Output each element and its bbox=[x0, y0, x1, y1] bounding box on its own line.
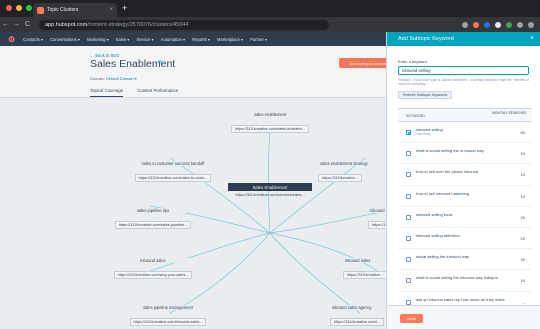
searches-value: 20 bbox=[520, 235, 525, 241]
extension-green-icon[interactable] bbox=[506, 21, 512, 28]
tab-strip: Topic Clusters × + bbox=[0, 0, 540, 17]
keyword-text: ask yrl inbound sales rep how much do th… bbox=[416, 296, 505, 302]
searches-value: 20 bbox=[520, 214, 525, 220]
nav-marketing[interactable]: Marketing ▾ bbox=[87, 37, 109, 42]
hubspot-logo-icon[interactable]: ⚙ bbox=[8, 35, 15, 44]
keyword-text: social selling the inbound way bbox=[416, 254, 469, 260]
nav-conversations[interactable]: Conversations ▾ bbox=[50, 37, 80, 42]
menu-icon[interactable] bbox=[528, 21, 534, 28]
table-row[interactable]: how to sell over the phone inbound 10 bbox=[398, 164, 532, 186]
panel-footer: Next bbox=[387, 305, 540, 329]
searches-value: 60 bbox=[520, 130, 525, 135]
table-row[interactable]: what is social selling the inbound way h… bbox=[398, 270, 532, 292]
maximize-window-button[interactable] bbox=[26, 5, 32, 11]
url-host: app.hubspot.com bbox=[45, 21, 88, 28]
radio-selected[interactable] bbox=[406, 130, 411, 135]
table-row[interactable]: what is social selling the in-bound way … bbox=[398, 143, 532, 165]
url-field[interactable]: app.hubspot.com/content-strategy/2570076… bbox=[39, 19, 329, 30]
keyword-text: inbound selling book bbox=[416, 211, 453, 217]
next-button[interactable]: Next bbox=[400, 314, 423, 323]
checkbox[interactable] bbox=[406, 278, 411, 284]
keyword-list: inbound selling Your Entry 60 what is soc… bbox=[398, 122, 532, 313]
new-tab-button[interactable]: + bbox=[122, 3, 127, 13]
panel-overlay bbox=[0, 46, 386, 329]
window-controls bbox=[6, 5, 32, 11]
browser-chrome: Topic Clusters × + ← → C app.hubspot.com… bbox=[0, 0, 540, 32]
nav-service[interactable]: Service ▾ bbox=[136, 37, 153, 42]
nav-sales[interactable]: Sales ▾ bbox=[116, 37, 130, 42]
checkbox[interactable] bbox=[406, 299, 411, 305]
extension-white-icon[interactable] bbox=[495, 21, 501, 28]
keyword-text: what is social selling the in-bound way bbox=[416, 148, 484, 154]
close-icon[interactable]: × bbox=[530, 35, 534, 42]
reload-button[interactable]: C bbox=[22, 21, 33, 28]
checkbox[interactable] bbox=[406, 257, 411, 263]
keyword-text: how to sell over the phone inbound bbox=[416, 169, 479, 175]
browser-tab[interactable]: Topic Clusters × bbox=[33, 3, 117, 17]
keyword-help-text: Example: If your core topic is Sales Ena… bbox=[398, 78, 529, 87]
nav-contacts[interactable]: Contacts ▾ bbox=[23, 37, 43, 42]
hubspot-favicon-icon bbox=[37, 6, 44, 14]
refresh-subtopics-button[interactable]: Refresh Subtopic Keywords bbox=[398, 91, 453, 99]
profile-avatar-icon[interactable] bbox=[517, 21, 523, 28]
searches-value: 10 bbox=[520, 278, 525, 284]
keyword-input[interactable]: inbound selling bbox=[398, 66, 529, 75]
add-subtopic-panel: Add Subtopic Keyword × Enter a keyword i… bbox=[386, 32, 540, 329]
searches-value: 10 bbox=[520, 193, 525, 199]
searches-value: 10 bbox=[520, 172, 525, 178]
col-monthly-searches[interactable]: MONTHLY SEARCHES bbox=[492, 111, 526, 116]
checkbox[interactable] bbox=[406, 235, 411, 241]
address-bar-row: ← → C app.hubspot.com/content-strategy/2… bbox=[0, 17, 540, 32]
table-row[interactable]: social selling the inbound way 20 bbox=[398, 249, 532, 271]
checkbox[interactable] bbox=[406, 172, 411, 178]
panel-header: Add Subtopic Keyword × bbox=[387, 32, 540, 46]
tab-close-icon[interactable]: × bbox=[109, 7, 113, 13]
checkbox[interactable] bbox=[406, 151, 411, 157]
keyword-cell: inbound selling Your Entry bbox=[416, 127, 506, 137]
extension-hubspot-icon[interactable] bbox=[473, 21, 479, 28]
searches-value: 20 bbox=[520, 257, 525, 263]
keyword-text: inbound selling definition bbox=[416, 232, 460, 238]
extension-icons bbox=[462, 21, 540, 28]
nav-marketplace[interactable]: Marketplace ▾ bbox=[217, 37, 243, 42]
panel-title: Add Subtopic Keyword bbox=[398, 36, 454, 42]
nav-partner[interactable]: Partner ▾ bbox=[250, 37, 267, 42]
back-button[interactable]: ← bbox=[0, 21, 11, 28]
nav-reports[interactable]: Reports ▾ bbox=[192, 37, 210, 42]
keyword-field-label: Enter a keyword bbox=[398, 59, 427, 64]
searches-value: – bbox=[522, 299, 525, 305]
keyword-table-header: KEYWORD MONTHLY SEARCHES bbox=[398, 108, 532, 122]
table-row[interactable]: inbound selling definition 20 bbox=[398, 228, 532, 250]
table-row[interactable]: inbound selling Your Entry 60 bbox=[398, 122, 532, 144]
close-window-button[interactable] bbox=[6, 5, 12, 11]
col-keyword[interactable]: KEYWORD bbox=[406, 114, 425, 118]
forward-button[interactable]: → bbox=[11, 21, 22, 28]
url-path: /content-strategy/2570076/clusters/45044 bbox=[87, 21, 189, 28]
star-icon[interactable] bbox=[462, 21, 468, 28]
keyword-text: what is social selling the inbound way h… bbox=[416, 275, 498, 281]
tab-title: Topic Clusters bbox=[47, 7, 79, 13]
keyword-text: how to sell inbound marketing bbox=[416, 190, 469, 196]
nav-automation[interactable]: Automation ▾ bbox=[161, 37, 185, 42]
table-row[interactable]: how to sell inbound marketing 10 bbox=[398, 186, 532, 207]
minimize-window-button[interactable] bbox=[16, 5, 22, 11]
searches-value: 10 bbox=[520, 151, 525, 157]
checkbox[interactable] bbox=[406, 193, 411, 199]
table-row[interactable]: inbound selling book 20 bbox=[398, 207, 532, 228]
extension-blue-icon[interactable] bbox=[484, 21, 490, 28]
your-entry-note: Your Entry bbox=[416, 132, 431, 136]
checkbox[interactable] bbox=[406, 214, 411, 220]
